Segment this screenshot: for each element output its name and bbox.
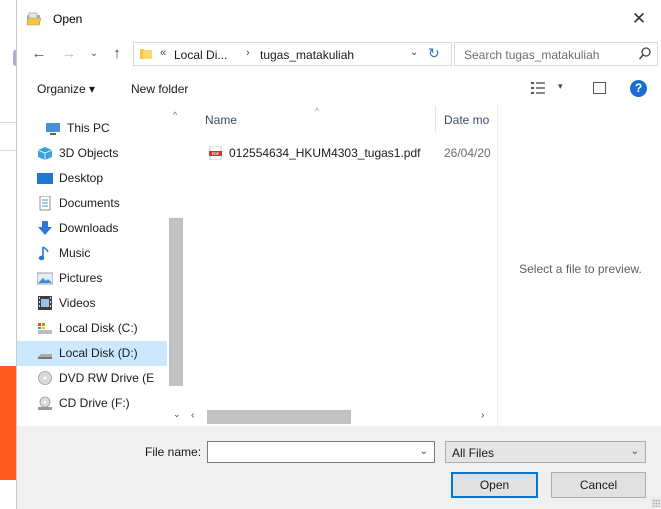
sidebar-item-documents[interactable]: Documents: [17, 191, 167, 216]
column-header-name[interactable]: Name: [205, 113, 237, 127]
list-item[interactable]: PDF 012554634_HKUM4303_tugas1.pdf 26/04/…: [201, 142, 497, 164]
sort-indicator-icon: ^: [315, 106, 320, 116]
title-bar[interactable]: Open ✕: [17, 0, 661, 38]
window-title: Open: [53, 12, 83, 26]
file-date-modified: 26/04/20: [444, 146, 491, 160]
nav-scroll-down-icon[interactable]: ⌄: [173, 409, 181, 420]
overflow-chevron-icon[interactable]: «: [160, 47, 166, 59]
file-list[interactable]: ^ Name Date mo PDF 012554634_HKUM4303_tu…: [187, 104, 497, 426]
open-file-dialog: Open ✕ ← → ⌄ ↑ « Local Di... › tugas_mat…: [16, 0, 661, 509]
search-input[interactable]: Search tugas_matakuliah: [464, 48, 599, 62]
sidebar-item-cd-drive[interactable]: CD Drive (F:): [17, 391, 167, 416]
file-name-label-text: File name:: [145, 445, 202, 459]
sidebar-item-label: Videos: [59, 296, 96, 310]
open-button[interactable]: Open: [451, 472, 538, 498]
nav-scrollbar-thumb[interactable]: [169, 218, 183, 386]
pdf-icon: PDF: [209, 145, 222, 161]
breadcrumb-local-disk[interactable]: Local Di...: [174, 48, 227, 62]
background-divider: [0, 122, 17, 123]
cancel-button[interactable]: Cancel: [551, 472, 646, 498]
cd-drive-icon: [37, 396, 53, 411]
sidebar-item-dvd-rw-drive[interactable]: DVD RW Drive (E: [17, 366, 167, 391]
documents-icon: [37, 195, 53, 211]
sidebar-item-label: Pictures: [59, 271, 103, 285]
preview-pane: Select a file to preview.: [497, 104, 661, 426]
navigation-pane[interactable]: This PC 3D Objects Desktop Documents Dow…: [17, 104, 185, 426]
column-header-date-modified[interactable]: Date mo: [444, 113, 496, 127]
open-dialog-icon: [26, 11, 43, 27]
system-drive-icon: [37, 321, 53, 336]
breadcrumb-current-folder[interactable]: tugas_matakuliah: [260, 48, 354, 62]
drive-icon: [37, 346, 53, 361]
file-type-value: All Files: [452, 446, 495, 460]
help-icon[interactable]: ?: [630, 80, 647, 97]
desktop-icon: [37, 171, 53, 186]
sidebar-item-local-disk-c[interactable]: Local Disk (C:): [17, 316, 167, 341]
sidebar-item-this-pc[interactable]: This PC: [17, 116, 167, 141]
close-icon: ✕: [631, 9, 647, 28]
address-dropdown-icon[interactable]: ⌄: [410, 47, 418, 58]
cube-icon: [37, 146, 53, 161]
file-type-dropdown-icon[interactable]: ⌄: [631, 446, 639, 457]
view-options-icon[interactable]: [531, 82, 545, 94]
scroll-left-icon[interactable]: ‹: [191, 410, 194, 421]
file-name-field[interactable]: ⌄: [207, 441, 435, 463]
downloads-icon: [37, 221, 53, 236]
sidebar-item-label: Documents: [59, 196, 120, 210]
file-name-dropdown-icon[interactable]: ⌄: [420, 446, 428, 457]
sidebar-item-videos[interactable]: Videos: [17, 291, 167, 316]
preview-pane-toggle-icon[interactable]: [593, 82, 606, 94]
videos-icon: [37, 296, 53, 311]
scroll-right-icon[interactable]: ›: [481, 410, 484, 421]
sidebar-item-label: CD Drive (F:): [59, 396, 130, 410]
address-bar[interactable]: « Local Di... › tugas_matakuliah ⌄ ↻: [133, 42, 452, 66]
pictures-icon: [36, 271, 54, 286]
organize-button[interactable]: Organize ▾: [37, 82, 95, 96]
sidebar-item-local-disk-d[interactable]: Local Disk (D:): [17, 341, 167, 366]
view-dropdown-icon[interactable]: ▾: [558, 81, 563, 92]
column-divider[interactable]: [435, 106, 436, 132]
sidebar-item-label: DVD RW Drive (E: [59, 371, 155, 385]
refresh-icon[interactable]: ↻: [428, 45, 440, 62]
preview-message: Select a file to preview.: [519, 262, 642, 276]
nav-scroll-up-icon[interactable]: ^: [173, 110, 177, 120]
close-button[interactable]: ✕: [616, 0, 661, 38]
folder-icon: [140, 48, 152, 60]
sidebar-item-label: Music: [59, 246, 91, 260]
pc-icon: [45, 121, 61, 136]
forward-button[interactable]: →: [59, 44, 79, 64]
background-orange-block: [0, 366, 17, 480]
sidebar-item-pictures[interactable]: Pictures: [17, 266, 167, 291]
sidebar-item-desktop[interactable]: Desktop: [17, 166, 167, 191]
sidebar-item-label: Desktop: [59, 171, 104, 185]
dvd-drive-icon: [37, 371, 53, 386]
file-name: 012554634_HKUM4303_tugas1.pdf: [229, 146, 421, 160]
resize-grip[interactable]: [652, 499, 660, 507]
breadcrumb-separator-icon[interactable]: ›: [246, 47, 250, 59]
sidebar-item-label: 3D Objects: [59, 146, 119, 160]
sidebar-item-label: Downloads: [59, 221, 119, 235]
sidebar-item-music[interactable]: Music: [17, 241, 167, 266]
dialog-footer: File name: ⌄ All Files ⌄ Open Cancel: [17, 426, 661, 509]
sidebar-item-label: Local Disk (D:): [59, 346, 138, 360]
back-button[interactable]: ←: [29, 44, 49, 64]
up-button[interactable]: ↑: [107, 44, 127, 64]
search-icon[interactable]: [638, 46, 652, 62]
command-toolbar: Organize ▾ New folder ▾ ?: [17, 74, 661, 104]
recent-locations-button[interactable]: ⌄: [87, 44, 101, 64]
sidebar-item-label: This PC: [67, 121, 110, 135]
new-folder-button[interactable]: New folder: [131, 82, 188, 96]
sidebar-item-3d-objects[interactable]: 3D Objects: [17, 141, 167, 166]
sidebar-item-downloads[interactable]: Downloads: [17, 216, 167, 241]
svg-text:PDF: PDF: [212, 152, 220, 156]
file-type-select[interactable]: All Files ⌄: [445, 441, 646, 463]
horizontal-scrollbar-thumb[interactable]: [207, 410, 351, 424]
music-icon: [37, 246, 53, 261]
search-box[interactable]: Search tugas_matakuliah: [454, 42, 658, 66]
sidebar-item-label: Local Disk (C:): [59, 321, 138, 335]
file-name-label: File name:: [145, 445, 201, 459]
background-divider: [0, 150, 17, 151]
